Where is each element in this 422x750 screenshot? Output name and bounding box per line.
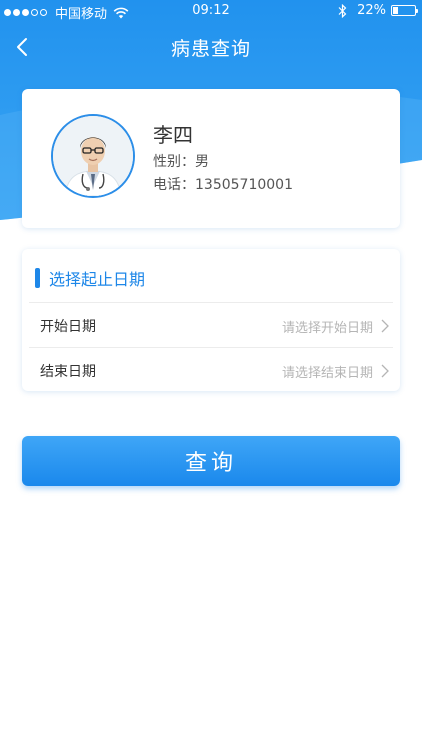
- patient-name: 李四: [153, 123, 193, 147]
- end-date-row[interactable]: 结束日期 请选择结束日期: [29, 347, 393, 392]
- battery-fill: [393, 7, 398, 14]
- patient-phone: 电话：13505710001: [153, 174, 293, 194]
- chevron-right-icon: [381, 364, 389, 378]
- gender-label: 性别：: [153, 154, 195, 170]
- patient-gender: 性别：男: [153, 151, 209, 171]
- query-button[interactable]: 查询: [22, 436, 400, 486]
- start-date-label: 开始日期: [40, 319, 96, 335]
- patient-profile-card: 李四 性别：男 电话：13505710001: [22, 89, 400, 228]
- phone-value: 13505710001: [195, 177, 293, 193]
- phone-label: 电话：: [153, 177, 195, 193]
- gender-value: 男: [195, 154, 209, 170]
- bluetooth-icon: [338, 3, 347, 18]
- end-date-placeholder: 请选择结束日期: [281, 366, 373, 381]
- section-title: 选择起止日期: [35, 267, 145, 289]
- nav-bar: 病患查询: [0, 22, 422, 72]
- battery-percent: 22%: [357, 3, 386, 18]
- status-bar: 中国移动 09:12 22%: [0, 0, 422, 22]
- end-date-label: 结束日期: [40, 364, 96, 380]
- avatar: [51, 114, 135, 198]
- start-date-placeholder: 请选择开始日期: [281, 321, 373, 336]
- date-range-card: 选择起止日期 开始日期 请选择开始日期 结束日期 请选择结束日期: [22, 249, 400, 391]
- battery-icon: [391, 5, 418, 16]
- section-title-text: 选择起止日期: [49, 270, 146, 289]
- page-title: 病患查询: [170, 38, 251, 60]
- chevron-right-icon: [381, 319, 389, 333]
- section-accent-bar: [35, 268, 40, 288]
- start-date-row[interactable]: 开始日期 请选择开始日期: [29, 302, 393, 347]
- doctor-avatar-icon: [53, 116, 133, 196]
- status-right: 22%: [338, 3, 418, 18]
